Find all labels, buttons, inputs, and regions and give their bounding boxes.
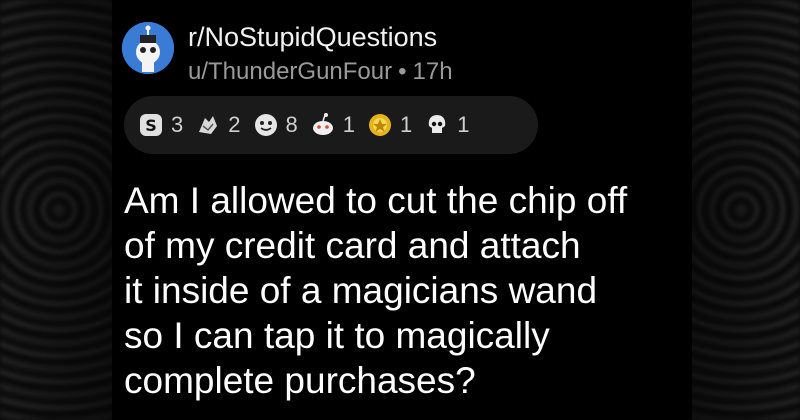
award-count: 8 [285, 112, 298, 137]
post-title[interactable]: Am I allowed to cut the chip off of my c… [124, 178, 684, 403]
snoo-award-icon [312, 113, 333, 135]
award-gold: 1 [367, 112, 412, 138]
award-hands: 2 [195, 112, 241, 138]
award-face: 8 [253, 112, 298, 138]
author-name[interactable]: u/ThunderGunFour [188, 58, 392, 85]
silver-award-icon: S [140, 114, 162, 136]
post-age: 17h [412, 58, 453, 85]
post-title-line: so I can tap it to magically [124, 315, 550, 356]
post-title-line: Am I allowed to cut the chip off [124, 180, 628, 221]
gold-award-icon [369, 114, 391, 136]
post-title-line: complete purchases? [124, 360, 476, 401]
award-count: 2 [228, 112, 241, 137]
meta-separator: • [398, 58, 407, 85]
hands-award-icon [199, 116, 218, 134]
award-count: 1 [342, 112, 355, 137]
award-count: 3 [171, 112, 184, 137]
post-title-line: it inside of a magicians wand [124, 270, 598, 311]
svg-text:S: S [145, 116, 157, 135]
subreddit-name[interactable]: r/NoStupidQuestions [188, 22, 437, 53]
award-skull: 1 [424, 112, 470, 138]
blurred-background-left [0, 0, 118, 420]
awards-bar[interactable]: S 3 2 8 1 1 1 [124, 96, 538, 154]
post-header: r/NoStupidQuestions u/ThunderGunFour • 17h [122, 14, 622, 86]
post-meta: u/ThunderGunFour • 17h [188, 58, 453, 86]
award-silver: S 3 [138, 112, 183, 138]
award-snoo: 1 [310, 112, 355, 138]
subreddit-avatar[interactable] [122, 22, 174, 74]
skull-award-icon [429, 115, 446, 133]
reddit-post-card: r/NoStupidQuestions u/ThunderGunFour • 17h… [112, 0, 692, 420]
award-count: 1 [457, 112, 470, 137]
snoo-avatar-icon [122, 22, 174, 74]
award-count: 1 [400, 112, 413, 137]
post-title-line: of my credit card and attach [124, 225, 581, 266]
blurred-background-right [682, 0, 800, 420]
face-award-icon [254, 114, 277, 136]
